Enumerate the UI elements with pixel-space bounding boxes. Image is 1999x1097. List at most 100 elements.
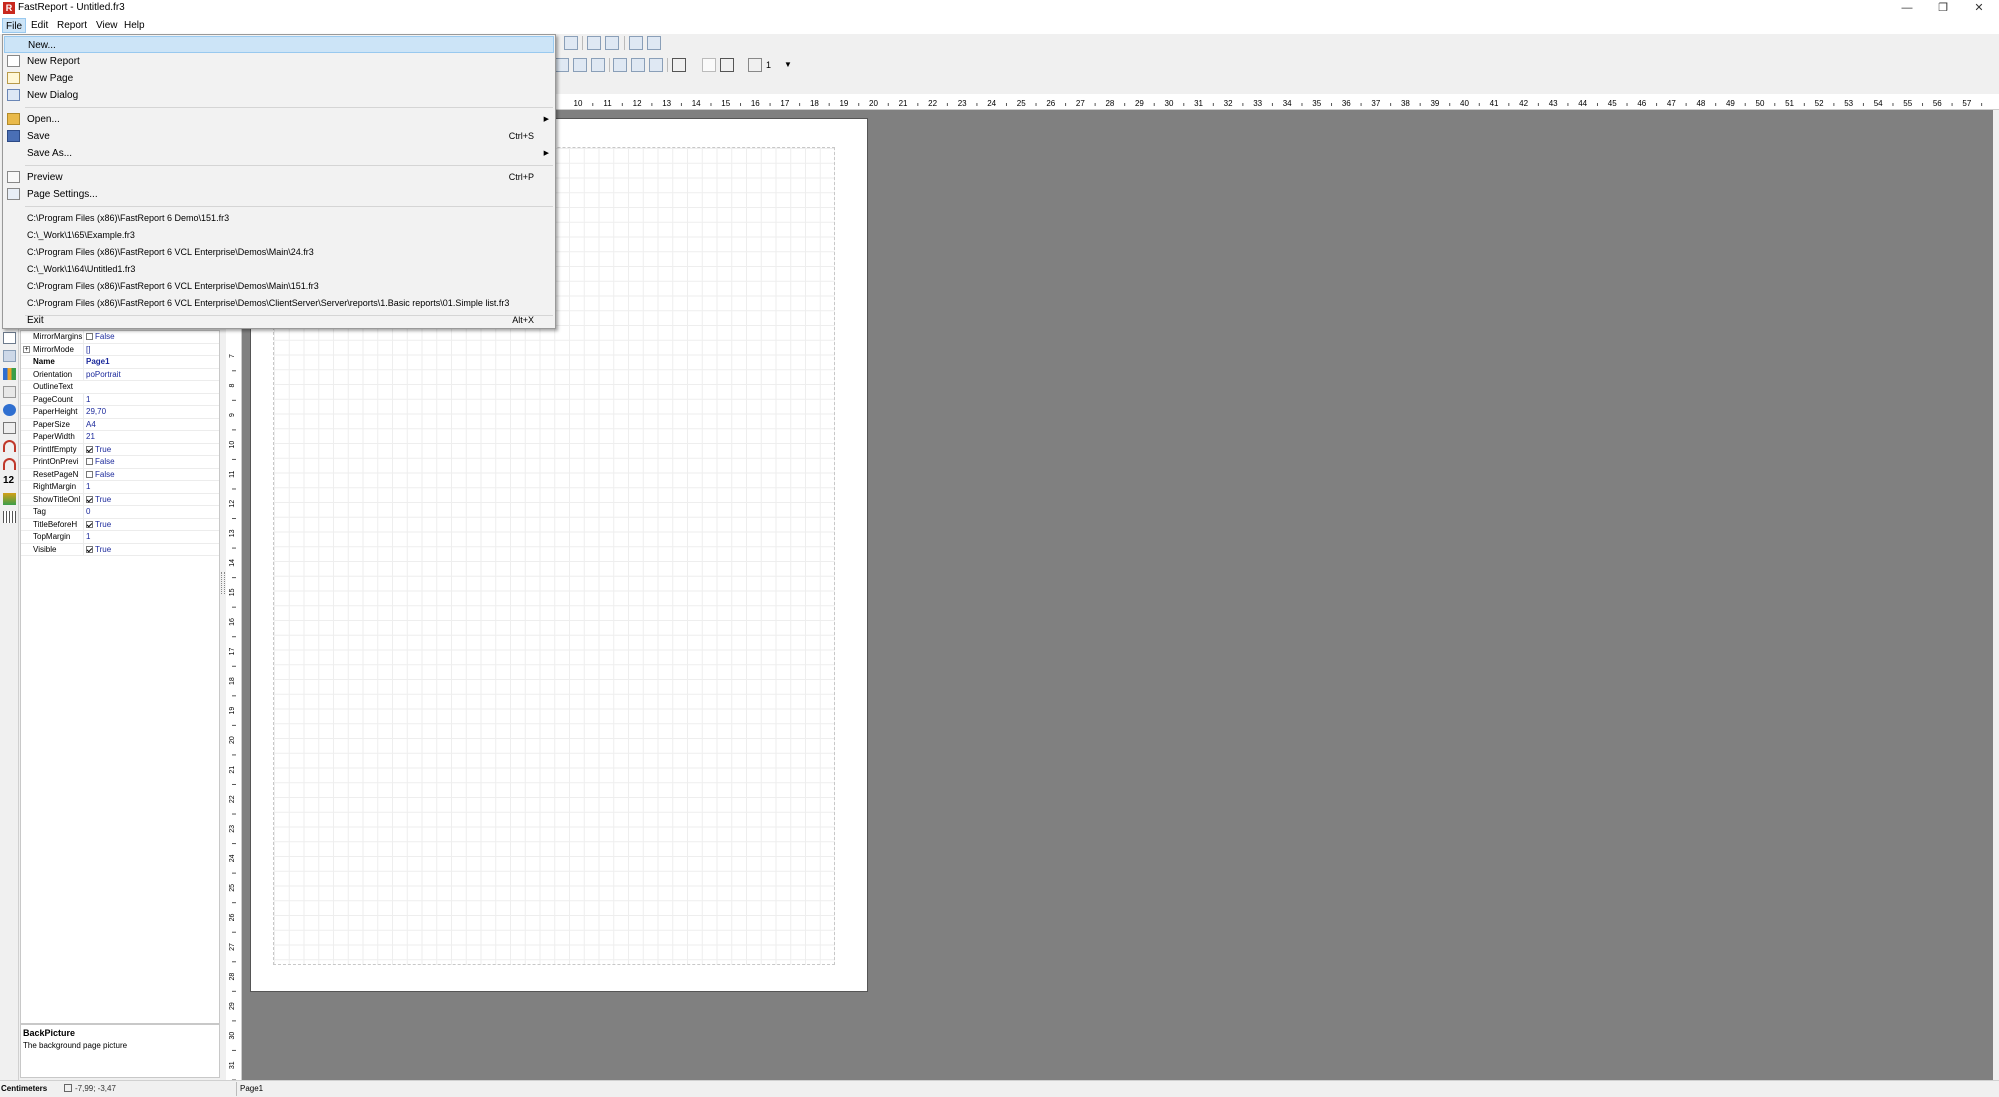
property-row[interactable]: ShowTitleOnl True [21, 493, 219, 506]
property-row[interactable]: MirrorMargins False [21, 331, 219, 344]
property-value[interactable]: False [83, 468, 219, 481]
space-vertically-icon[interactable] [647, 36, 661, 50]
property-value[interactable]: True [83, 518, 219, 531]
chevron-down-icon[interactable]: ▼ [784, 60, 792, 69]
menu-new-dialog[interactable]: New Dialog [4, 87, 554, 104]
splitter-grip-icon[interactable] [221, 572, 225, 594]
menu-recent-file[interactable]: C:\Program Files (x86)\FastReport 6 VCL … [4, 295, 554, 312]
menu-help[interactable]: Help [121, 18, 148, 33]
property-value[interactable]: 1 [83, 531, 219, 543]
property-row[interactable]: Tag 0 [21, 506, 219, 519]
menu-new-report[interactable]: New Report [4, 53, 554, 70]
status-page-tab[interactable]: Page1 [240, 1084, 263, 1093]
frame-all-icon[interactable] [613, 58, 627, 72]
checkbox-icon[interactable] [86, 520, 93, 528]
frame-right-icon[interactable] [573, 58, 587, 72]
menu-view[interactable]: View [93, 18, 121, 33]
menu-exit[interactable]: Exit Alt+X [4, 312, 554, 329]
menu-new-page[interactable]: New Page [4, 70, 554, 87]
property-value[interactable]: [] [83, 343, 219, 356]
property-row[interactable]: TopMargin 1 [21, 531, 219, 544]
property-row[interactable]: PaperWidth 21 [21, 431, 219, 444]
menu-recent-file[interactable]: C:\_Work\1\65\Example.fr3 [4, 227, 554, 244]
menu-preview[interactable]: Preview Ctrl+P [4, 169, 554, 186]
band-object-icon[interactable] [3, 350, 16, 362]
barcode-object-icon[interactable] [3, 511, 16, 523]
checkbox-icon[interactable] [86, 458, 93, 465]
menu-new[interactable]: New... [4, 36, 554, 53]
align-top-icon[interactable] [587, 36, 601, 50]
property-row[interactable]: PaperSize A4 [21, 418, 219, 431]
line-width-value[interactable]: 1 [766, 60, 771, 70]
align-center-icon[interactable] [564, 36, 578, 50]
gauge-object-icon[interactable] [3, 440, 16, 452]
menu-report[interactable]: Report [54, 18, 90, 33]
frame-top-icon[interactable] [591, 58, 605, 72]
fill-color-icon[interactable] [672, 58, 686, 72]
restore-button[interactable]: ❐ [1926, 0, 1960, 17]
shadow-icon[interactable] [649, 58, 663, 72]
checkbox-icon[interactable] [86, 495, 93, 503]
checkbox-icon[interactable] [86, 445, 93, 453]
property-value[interactable]: False [83, 331, 219, 343]
property-value[interactable]: True [83, 493, 219, 506]
object-inspector: MirrorMargins False + MirrorMode [] Name Page1… [20, 330, 220, 1024]
picture-object-icon[interactable] [3, 422, 16, 434]
line-style-icon[interactable] [748, 58, 762, 72]
close-button[interactable]: ✕ [1962, 0, 1996, 17]
property-value[interactable]: Page1 [83, 356, 219, 368]
property-row[interactable]: OutlineText [21, 381, 219, 394]
chart-object-icon[interactable] [3, 368, 16, 380]
expand-icon[interactable]: + [23, 345, 30, 353]
frame-left-icon[interactable] [555, 58, 569, 72]
menu-page-settings[interactable]: Page Settings... [4, 186, 554, 203]
property-value[interactable]: True [83, 543, 219, 556]
property-row[interactable]: + MirrorMode [] [21, 343, 219, 356]
ruler-label: 13 [229, 529, 236, 537]
property-value[interactable]: A4 [83, 418, 219, 431]
menu-recent-file[interactable]: C:\Program Files (x86)\FastReport 6 Demo… [4, 210, 554, 227]
menu-save[interactable]: Save Ctrl+S [4, 128, 554, 145]
property-row[interactable]: ResetPageN False [21, 468, 219, 481]
property-value[interactable]: 1 [83, 481, 219, 493]
property-row[interactable]: PaperHeight 29,70 [21, 406, 219, 419]
property-value[interactable]: 29,70 [83, 406, 219, 418]
property-row[interactable]: RightMargin 1 [21, 481, 219, 494]
property-row[interactable]: Visible True [21, 543, 219, 556]
barcode-2d-icon[interactable]: 12 [3, 475, 16, 487]
menu-recent-file[interactable]: C:\_Work\1\64\Untitled1.fr3 [4, 261, 554, 278]
menu-edit[interactable]: Edit [28, 18, 51, 33]
checkbox-icon[interactable] [86, 545, 93, 553]
property-value[interactable]: 21 [83, 431, 219, 443]
property-row[interactable]: TitleBeforeH True [21, 518, 219, 531]
menu-file[interactable]: File [2, 18, 27, 33]
map-object-icon[interactable] [3, 493, 16, 505]
gauge-interval-icon[interactable] [3, 458, 16, 470]
property-value[interactable]: poPortrait [83, 368, 219, 381]
property-row[interactable]: PrintOnPrevi False [21, 456, 219, 469]
property-value[interactable]: False [83, 456, 219, 468]
space-horizontally-icon[interactable] [629, 36, 643, 50]
ole-object-icon[interactable] [3, 404, 16, 416]
menu-recent-file[interactable]: C:\Program Files (x86)\FastReport 6 VCL … [4, 244, 554, 261]
property-value[interactable]: 0 [83, 506, 219, 518]
checkbox-object-icon[interactable] [3, 332, 16, 344]
checkbox-icon[interactable] [86, 470, 93, 478]
menu-save-as[interactable]: Save As... ▶ [4, 145, 554, 162]
status-units[interactable]: Centimeters [1, 1084, 47, 1093]
minimize-button[interactable]: — [1890, 0, 1924, 17]
property-row[interactable]: Name Page1 [21, 356, 219, 369]
align-bottom-icon[interactable] [605, 36, 619, 50]
property-row[interactable]: PageCount 1 [21, 393, 219, 406]
richtext-object-icon[interactable] [3, 386, 16, 398]
menu-open[interactable]: Open... ▶ [4, 111, 554, 128]
property-value[interactable]: True [83, 443, 219, 456]
checkbox-icon[interactable] [86, 333, 93, 340]
right-splitter[interactable] [1993, 110, 1999, 1080]
property-value[interactable]: 1 [83, 393, 219, 406]
property-row[interactable]: PrintIfEmpty True [21, 443, 219, 456]
line-color-icon[interactable] [720, 58, 734, 72]
menu-recent-file[interactable]: C:\Program Files (x86)\FastReport 6 VCL … [4, 278, 554, 295]
property-row[interactable]: Orientation poPortrait [21, 368, 219, 381]
frame-none-icon[interactable] [631, 58, 645, 72]
